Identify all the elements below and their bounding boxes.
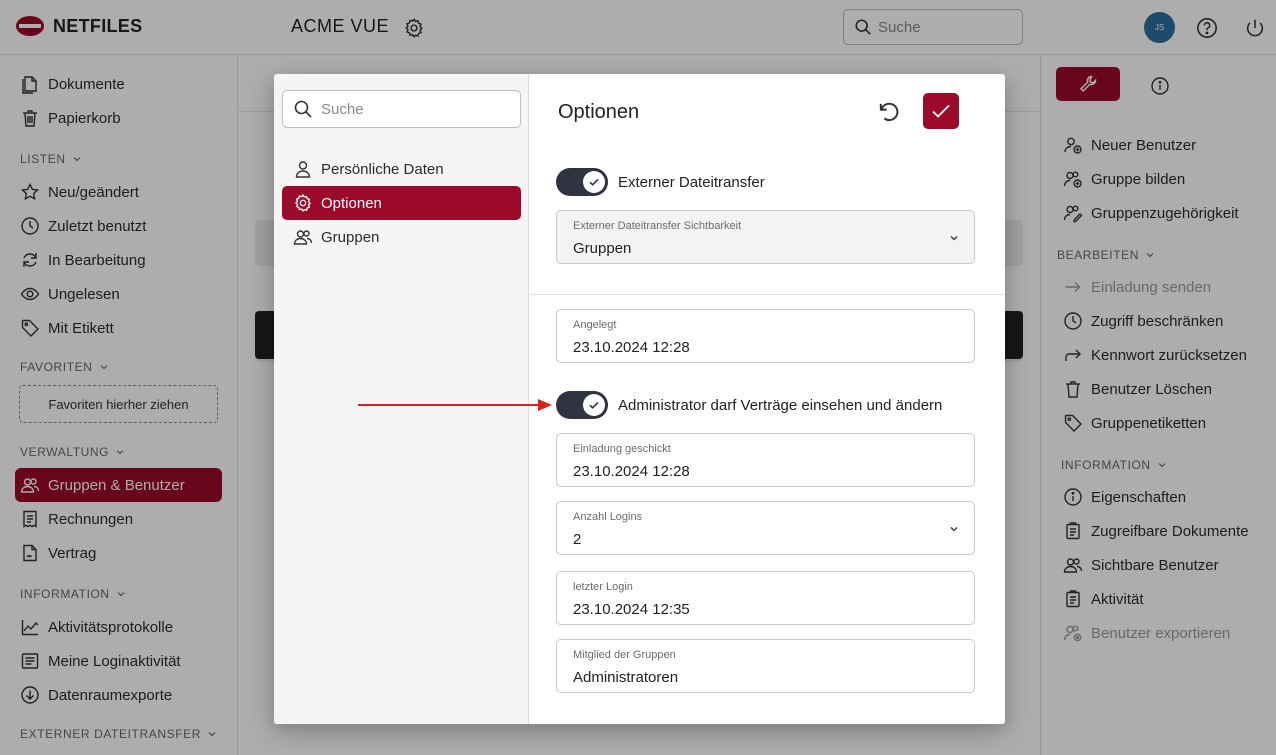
search-icon xyxy=(294,100,312,118)
field-label: Einladung geschickt xyxy=(573,443,671,455)
field-label: Externer Dateitransfer Sichtbarkeit xyxy=(573,220,742,232)
field-label: Mitglied der Gruppen xyxy=(573,649,676,661)
field-label: Anzahl Logins xyxy=(573,511,643,523)
dialog-search-input[interactable]: Suche xyxy=(282,90,521,128)
checkmark-icon xyxy=(932,104,950,118)
invitation-sent-field: Einladung geschickt 23.10.2024 12:28 xyxy=(556,433,975,487)
person-icon xyxy=(295,161,311,178)
gear-icon xyxy=(294,193,312,212)
dialog-content: Optionen Externer Dateitransfer Externer… xyxy=(530,74,1005,724)
dialog-nav-label: Optionen xyxy=(321,194,382,212)
section-divider xyxy=(530,294,1005,295)
dialog-nav-label: Persönliche Daten xyxy=(321,160,444,178)
dialog-nav-persoenliche-daten[interactable]: Persönliche Daten xyxy=(282,152,521,186)
toggle-row-admin-vertraege: Administrator darf Verträge einsehen und… xyxy=(556,391,942,419)
annotation-arrow xyxy=(358,399,552,411)
dialog-title: Optionen xyxy=(558,101,640,123)
login-count-select[interactable]: Anzahl Logins 2 xyxy=(556,501,975,555)
toggle-label: Administrator darf Verträge einsehen und… xyxy=(618,396,943,414)
dialog-nav-label: Gruppen xyxy=(321,228,380,246)
field-value: 23.10.2024 12:28 xyxy=(573,463,690,480)
admin-contracts-toggle[interactable] xyxy=(556,391,608,419)
undo-icon[interactable] xyxy=(875,98,903,126)
field-value: 23.10.2024 12:28 xyxy=(573,339,690,356)
check-icon xyxy=(589,178,599,186)
chevron-down-icon xyxy=(950,236,958,241)
field-value: Administratoren xyxy=(573,669,679,686)
people-icon xyxy=(293,230,313,245)
group-membership-field: Mitglied der Gruppen Administratoren xyxy=(556,639,975,693)
field-label: Angelegt xyxy=(573,319,617,331)
field-value: 2 xyxy=(573,531,582,548)
created-field: Angelegt 23.10.2024 12:28 xyxy=(556,309,975,363)
field-label: letzter Login xyxy=(573,581,633,593)
toggle-row-externer-dateitransfer: Externer Dateitransfer xyxy=(556,168,765,196)
check-icon xyxy=(589,401,599,409)
visibility-select[interactable]: Externer Dateitransfer Sichtbarkeit Grup… xyxy=(556,210,975,264)
last-login-field: letzter Login 23.10.2024 12:35 xyxy=(556,571,975,625)
toggle-label: Externer Dateitransfer xyxy=(618,173,765,191)
dialog-nav-optionen[interactable]: Optionen xyxy=(282,186,521,220)
toggle-knob xyxy=(583,394,605,416)
chevron-down-icon xyxy=(950,527,958,532)
external-transfer-toggle[interactable] xyxy=(556,168,608,196)
confirm-button[interactable] xyxy=(923,93,959,129)
toggle-knob xyxy=(583,171,605,193)
dialog-search-placeholder: Suche xyxy=(321,100,364,118)
field-value: Gruppen xyxy=(573,240,632,257)
dialog-nav-gruppen[interactable]: Gruppen xyxy=(282,220,521,254)
field-value: 23.10.2024 12:35 xyxy=(573,601,690,618)
